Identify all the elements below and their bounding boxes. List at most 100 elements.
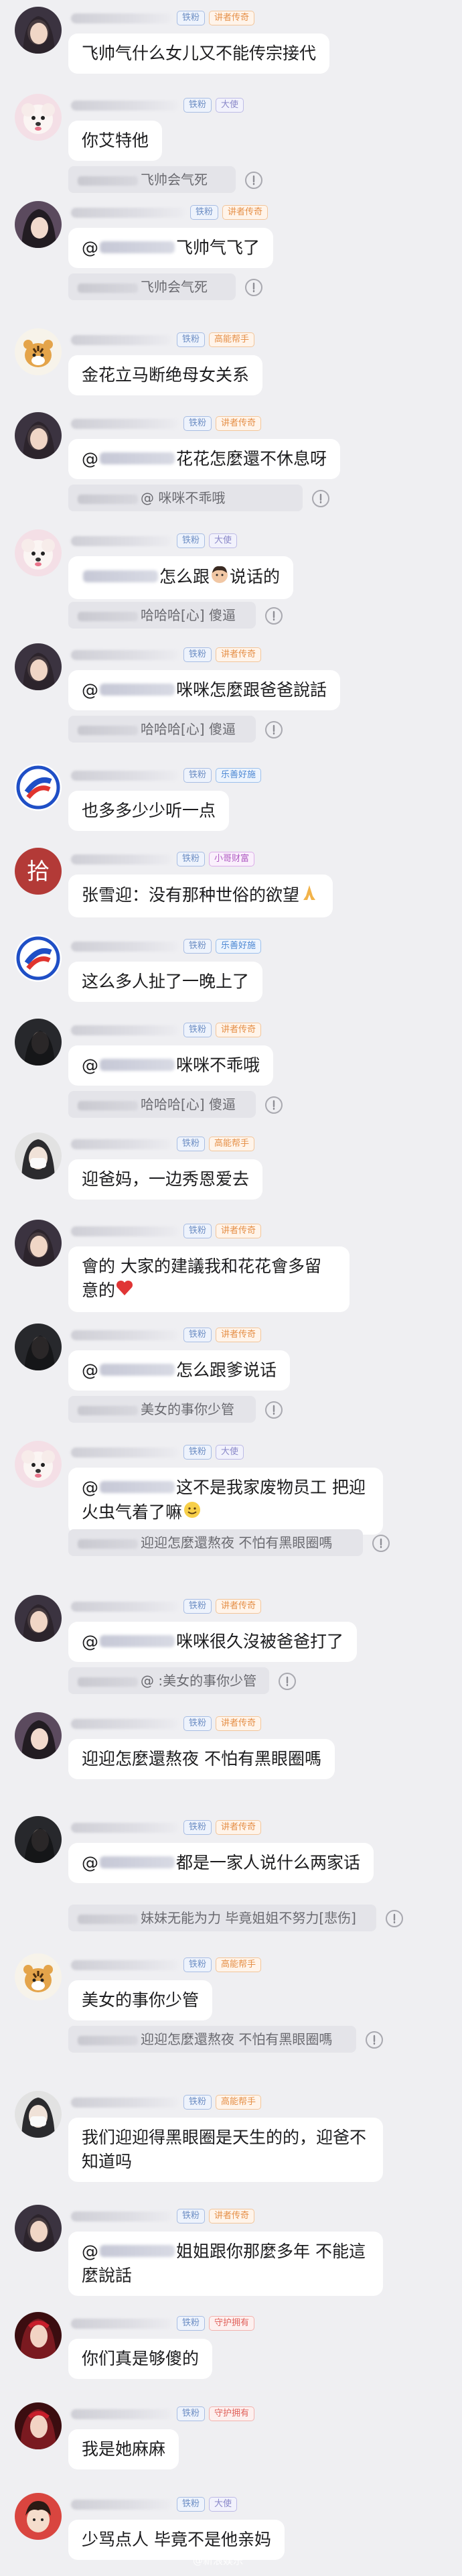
message-bubble[interactable]: 这么多人扯了一晚上了 bbox=[68, 962, 263, 1002]
chat-message[interactable]: 铁粉 讲者传奇 @ 花花怎麼還不休息呀 @ 咪咪不乖哦 bbox=[0, 412, 462, 511]
chat-message[interactable]: 铁粉 乐善好施 这么多人扯了一晚上了 bbox=[0, 935, 462, 1015]
blurred-nickname[interactable] bbox=[71, 1601, 178, 1612]
blurred-nickname[interactable] bbox=[71, 2318, 171, 2329]
blurred-nickname[interactable] bbox=[71, 1139, 171, 1149]
message-bubble[interactable]: @ 飞帅气飞了 bbox=[68, 228, 274, 268]
dismiss-quote-icon[interactable] bbox=[245, 172, 262, 189]
chat-message[interactable]: 铁粉 高能帮手 美女的事你少管 迎迎怎麼還熬夜 不怕有黑眼圈嗎 bbox=[0, 1953, 462, 2053]
blurred-nickname[interactable] bbox=[71, 2211, 171, 2221]
quoted-reply[interactable]: 哈哈哈[心] 傻逼 bbox=[68, 716, 256, 743]
user-avatar[interactable] bbox=[15, 2091, 62, 2138]
quoted-reply[interactable]: 妹妹无能为力 毕竟姐姐不努力[悲伤] bbox=[68, 1905, 376, 1931]
quoted-reply[interactable]: @ :美女的事你少管 bbox=[68, 1667, 269, 1694]
user-avatar[interactable] bbox=[15, 935, 62, 982]
message-bubble[interactable]: @ 咪咪怎麼跟爸爸說話 bbox=[68, 670, 341, 710]
blurred-nickname[interactable] bbox=[71, 535, 171, 546]
user-avatar[interactable]: 拾 bbox=[15, 848, 62, 895]
blurred-mention[interactable] bbox=[100, 1635, 175, 1647]
user-avatar[interactable] bbox=[15, 529, 62, 576]
dismiss-quote-icon[interactable] bbox=[265, 1401, 283, 1419]
message-bubble[interactable]: @ 咪咪很久沒被爸爸打了 bbox=[68, 1622, 358, 1662]
chat-message[interactable]: 铁粉 大使 怎么跟 说话的 哈哈哈[心] 傻逼 bbox=[0, 529, 462, 629]
blurred-mention[interactable] bbox=[100, 1481, 175, 1493]
message-bubble[interactable]: 也多多少少听一点 bbox=[68, 791, 230, 831]
user-avatar[interactable] bbox=[15, 1441, 62, 1488]
message-bubble[interactable]: 张雪迎：没有那种世俗的欲望 bbox=[68, 875, 333, 917]
chat-message[interactable]: 铁粉 讲者传奇 會的 大家的建議我和花花會多留意的 bbox=[0, 1220, 462, 1312]
quoted-reply[interactable]: 飞帅会气死 bbox=[68, 273, 236, 300]
blurred-nickname[interactable] bbox=[71, 2408, 171, 2419]
quoted-reply[interactable]: @ 咪咪不乖哦 bbox=[68, 485, 303, 511]
message-bubble[interactable]: @ 姐姐跟你那麼多年 不能這麼說話 bbox=[68, 2232, 383, 2296]
blurred-nickname[interactable] bbox=[71, 100, 178, 111]
user-avatar[interactable] bbox=[15, 1712, 62, 1759]
chat-message[interactable]: 铁粉 高能帮手 迎爸妈，一边秀恩爱去 bbox=[0, 1133, 462, 1213]
chat-message[interactable]: 铁粉 讲者传奇 @ 咪咪怎麼跟爸爸說話 哈哈哈[心] 傻逼 bbox=[0, 643, 462, 743]
chat-message[interactable]: 铁粉 守护拥有 你们真是够傻的 bbox=[0, 2312, 462, 2392]
message-bubble[interactable]: @ 这不是我家废物员工 把迎火虫气着了嘛 bbox=[68, 1468, 383, 1535]
user-avatar[interactable] bbox=[15, 7, 62, 54]
message-bubble[interactable]: @ 咪咪不乖哦 bbox=[68, 1045, 274, 1086]
message-bubble[interactable]: 你们真是够傻的 bbox=[68, 2339, 213, 2379]
quoted-reply[interactable]: 迎迎怎麼還熬夜 不怕有黑眼圈嗎 bbox=[68, 2026, 356, 2053]
blurred-nickname[interactable] bbox=[71, 649, 178, 660]
chat-message[interactable]: 铁粉 大使 @ 这不是我家废物员工 把迎火虫气着了嘛 迎迎怎麼還熬夜 不怕有黑眼圈嗎 bbox=[0, 1441, 462, 1556]
blurred-nickname[interactable] bbox=[71, 854, 171, 864]
user-avatar[interactable] bbox=[15, 643, 62, 690]
message-bubble[interactable]: 你艾特他 bbox=[68, 121, 163, 161]
user-avatar[interactable] bbox=[15, 2493, 62, 2540]
chat-message[interactable]: 铁粉 乐善好施 也多多少少听一点 bbox=[0, 764, 462, 844]
blurred-nickname[interactable] bbox=[71, 13, 171, 23]
user-avatar[interactable] bbox=[15, 1953, 62, 2000]
chat-message[interactable]: 铁粉 讲者传奇 @ 咪咪很久沒被爸爸打了 @ :美女的事你少管 bbox=[0, 1595, 462, 1694]
blurred-nickname[interactable] bbox=[71, 1447, 178, 1458]
message-bubble[interactable]: 會的 大家的建議我和花花會多留意的 bbox=[68, 1246, 350, 1312]
dismiss-quote-icon[interactable] bbox=[265, 721, 283, 738]
user-avatar[interactable] bbox=[15, 1019, 62, 1066]
blurred-nickname[interactable] bbox=[71, 207, 185, 218]
blurred-mention[interactable] bbox=[83, 570, 158, 582]
user-avatar[interactable] bbox=[15, 1816, 62, 1863]
blurred-mention[interactable] bbox=[100, 1059, 175, 1071]
blurred-nickname[interactable] bbox=[71, 418, 178, 429]
blurred-mention[interactable] bbox=[100, 2245, 175, 2257]
user-avatar[interactable] bbox=[15, 201, 62, 248]
dismiss-quote-icon[interactable] bbox=[279, 1673, 296, 1690]
chat-message[interactable]: 铁粉 高能帮手 我们迎迎得黑眼圈是天生的的，迎爸不知道吗 bbox=[0, 2091, 462, 2182]
message-bubble[interactable]: 飞帅气什么女儿又不能传宗接代 bbox=[68, 34, 330, 74]
blurred-nickname[interactable] bbox=[71, 2097, 178, 2108]
user-avatar[interactable] bbox=[15, 94, 62, 141]
chat-message[interactable]: 铁粉 高能帮手 金花立马断绝母女关系 bbox=[0, 328, 462, 409]
blurred-nickname[interactable] bbox=[71, 1822, 178, 1833]
chat-message[interactable]: 铁粉 大使 你艾特他 飞帅会气死 bbox=[0, 94, 462, 193]
message-bubble[interactable]: 迎迎怎麼還熬夜 不怕有黑眼圈嗎 bbox=[68, 1739, 335, 1779]
blurred-nickname[interactable] bbox=[71, 1959, 178, 1970]
blurred-nickname[interactable] bbox=[71, 1330, 178, 1340]
chat-message[interactable]: 拾 铁粉 小哥财富 张雪迎：没有那种世俗的欲望 bbox=[0, 848, 462, 928]
user-avatar[interactable] bbox=[15, 2402, 62, 2449]
quoted-reply[interactable]: 美女的事你少管 bbox=[68, 1396, 256, 1423]
user-avatar[interactable] bbox=[15, 1595, 62, 1642]
dismiss-quote-icon[interactable] bbox=[265, 1096, 283, 1114]
message-bubble[interactable]: 少骂点人 毕竟不是他亲妈 bbox=[68, 2520, 285, 2560]
user-avatar[interactable] bbox=[15, 2312, 62, 2359]
user-avatar[interactable] bbox=[15, 2205, 62, 2252]
dismiss-quote-icon[interactable] bbox=[372, 1535, 390, 1552]
chat-message[interactable]: 铁粉 讲者传奇 @ 飞帅气飞了 飞帅会气死 bbox=[0, 201, 462, 300]
blurred-nickname[interactable] bbox=[71, 1025, 178, 1035]
message-bubble[interactable]: 我们迎迎得黑眼圈是天生的的，迎爸不知道吗 bbox=[68, 2118, 383, 2182]
blurred-nickname[interactable] bbox=[71, 1226, 178, 1236]
blurred-mention[interactable] bbox=[100, 684, 175, 696]
blurred-mention[interactable] bbox=[100, 241, 175, 253]
message-bubble[interactable]: @ 花花怎麼還不休息呀 bbox=[68, 439, 341, 479]
quoted-reply[interactable]: 迎迎怎麼還熬夜 不怕有黑眼圈嗎 bbox=[68, 1529, 363, 1556]
chat-message[interactable]: 铁粉 讲者传奇 飞帅气什么女儿又不能传宗接代 bbox=[0, 7, 462, 87]
user-avatar[interactable] bbox=[15, 328, 62, 375]
user-avatar[interactable] bbox=[15, 1324, 62, 1370]
chat-message[interactable]: 铁粉 讲者传奇 @ 都是一家人说什么两家话 妹妹无能为力 毕竟姐姐不努力[悲伤] bbox=[0, 1816, 462, 1931]
dismiss-quote-icon[interactable] bbox=[245, 279, 262, 296]
chat-message[interactable]: 铁粉 讲者传奇 @ 姐姐跟你那麼多年 不能這麼說話 bbox=[0, 2205, 462, 2296]
message-bubble[interactable]: @ 怎么跟爹说话 bbox=[68, 1350, 291, 1391]
user-avatar[interactable] bbox=[15, 1133, 62, 1179]
message-bubble[interactable]: 怎么跟 说话的 bbox=[68, 556, 294, 599]
